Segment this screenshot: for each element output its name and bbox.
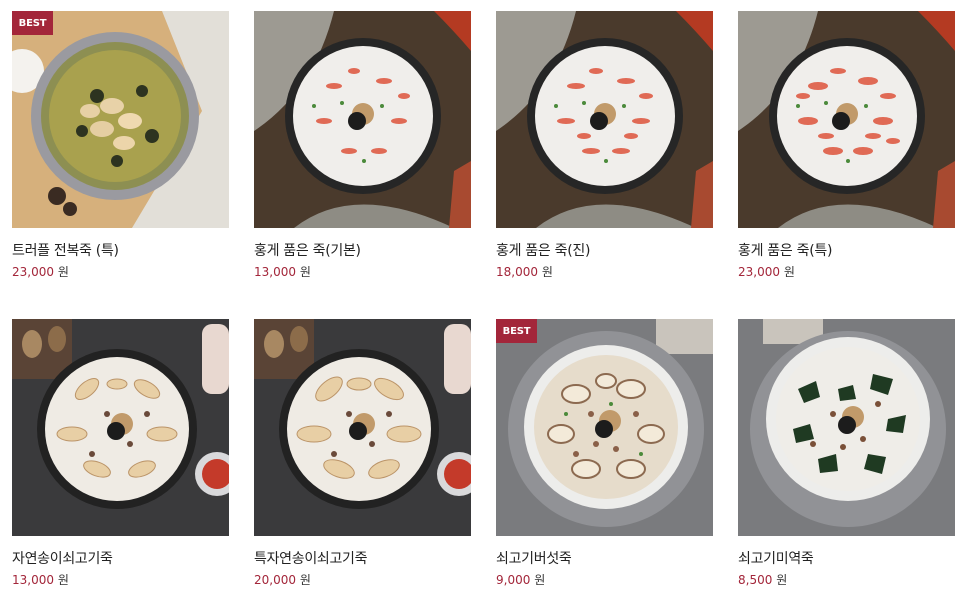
price-value: 23,000 <box>738 265 780 279</box>
product-card[interactable]: 홍게 품은 죽(특) 23,000 원 <box>738 11 955 279</box>
product-price: 20,000 원 <box>254 571 311 588</box>
currency-label: 원 <box>776 573 788 587</box>
product-name[interactable]: 자연송이쇠고기죽 <box>12 548 113 568</box>
currency-label: 원 <box>541 265 553 279</box>
product-image-link[interactable] <box>738 11 955 228</box>
product-image-link[interactable] <box>738 319 955 536</box>
currency-label: 원 <box>534 573 546 587</box>
product-card[interactable]: 자연송이쇠고기죽 13,000 원 <box>12 319 229 587</box>
product-name[interactable]: 트러플 전복죽 (특) <box>12 240 119 260</box>
price-value: 8,500 <box>738 573 773 587</box>
red-crab-porridge-image <box>738 11 955 228</box>
product-price: 23,000 원 <box>12 263 69 280</box>
product-price: 13,000 원 <box>254 263 311 280</box>
product-card[interactable]: BEST 트러플 전복죽 (특) 23,000 원 <box>12 11 229 279</box>
product-name[interactable]: 홍게 품은 죽(기본) <box>254 240 361 260</box>
currency-label: 원 <box>299 265 311 279</box>
product-price: 8,500 원 <box>738 571 787 588</box>
product-image-link[interactable] <box>12 319 229 536</box>
price-value: 13,000 <box>12 573 54 587</box>
product-name[interactable]: 홍게 품은 죽(특) <box>738 240 832 260</box>
product-card[interactable]: 특자연송이쇠고기죽 20,000 원 <box>254 319 471 587</box>
price-value: 20,000 <box>254 573 296 587</box>
abalone-porridge-image <box>12 11 229 228</box>
product-price: 23,000 원 <box>738 263 795 280</box>
price-value: 23,000 <box>12 265 54 279</box>
product-image-link[interactable]: BEST <box>12 11 229 228</box>
product-name[interactable]: 특자연송이쇠고기죽 <box>254 548 368 568</box>
product-image-link[interactable] <box>254 319 471 536</box>
price-value: 18,000 <box>496 265 538 279</box>
currency-label: 원 <box>783 265 795 279</box>
product-name[interactable]: 홍게 품은 죽(진) <box>496 240 590 260</box>
product-image-link[interactable] <box>496 11 713 228</box>
red-crab-porridge-image <box>254 11 471 228</box>
product-name[interactable]: 쇠고기미역죽 <box>738 548 814 568</box>
currency-label: 원 <box>57 265 69 279</box>
red-crab-porridge-image <box>496 11 713 228</box>
pine-mushroom-beef-porridge-image <box>254 319 471 536</box>
product-name[interactable]: 쇠고기버섯죽 <box>496 548 572 568</box>
beef-mushroom-porridge-image <box>496 319 713 536</box>
product-card[interactable]: BEST 쇠고기버섯죽 9,000 원 <box>496 319 713 587</box>
product-card[interactable]: 홍게 품은 죽(기본) 13,000 원 <box>254 11 471 279</box>
price-value: 9,000 <box>496 573 531 587</box>
price-value: 13,000 <box>254 265 296 279</box>
best-badge: BEST <box>496 319 537 343</box>
beef-seaweed-porridge-image <box>738 319 955 536</box>
product-price: 18,000 원 <box>496 263 553 280</box>
currency-label: 원 <box>57 573 69 587</box>
product-price: 9,000 원 <box>496 571 545 588</box>
product-image-link[interactable]: BEST <box>496 319 713 536</box>
currency-label: 원 <box>299 573 311 587</box>
pine-mushroom-beef-porridge-image <box>12 319 229 536</box>
product-price: 13,000 원 <box>12 571 69 588</box>
best-badge: BEST <box>12 11 53 35</box>
product-card[interactable]: 쇠고기미역죽 8,500 원 <box>738 319 955 587</box>
product-card[interactable]: 홍게 품은 죽(진) 18,000 원 <box>496 11 713 279</box>
product-image-link[interactable] <box>254 11 471 228</box>
